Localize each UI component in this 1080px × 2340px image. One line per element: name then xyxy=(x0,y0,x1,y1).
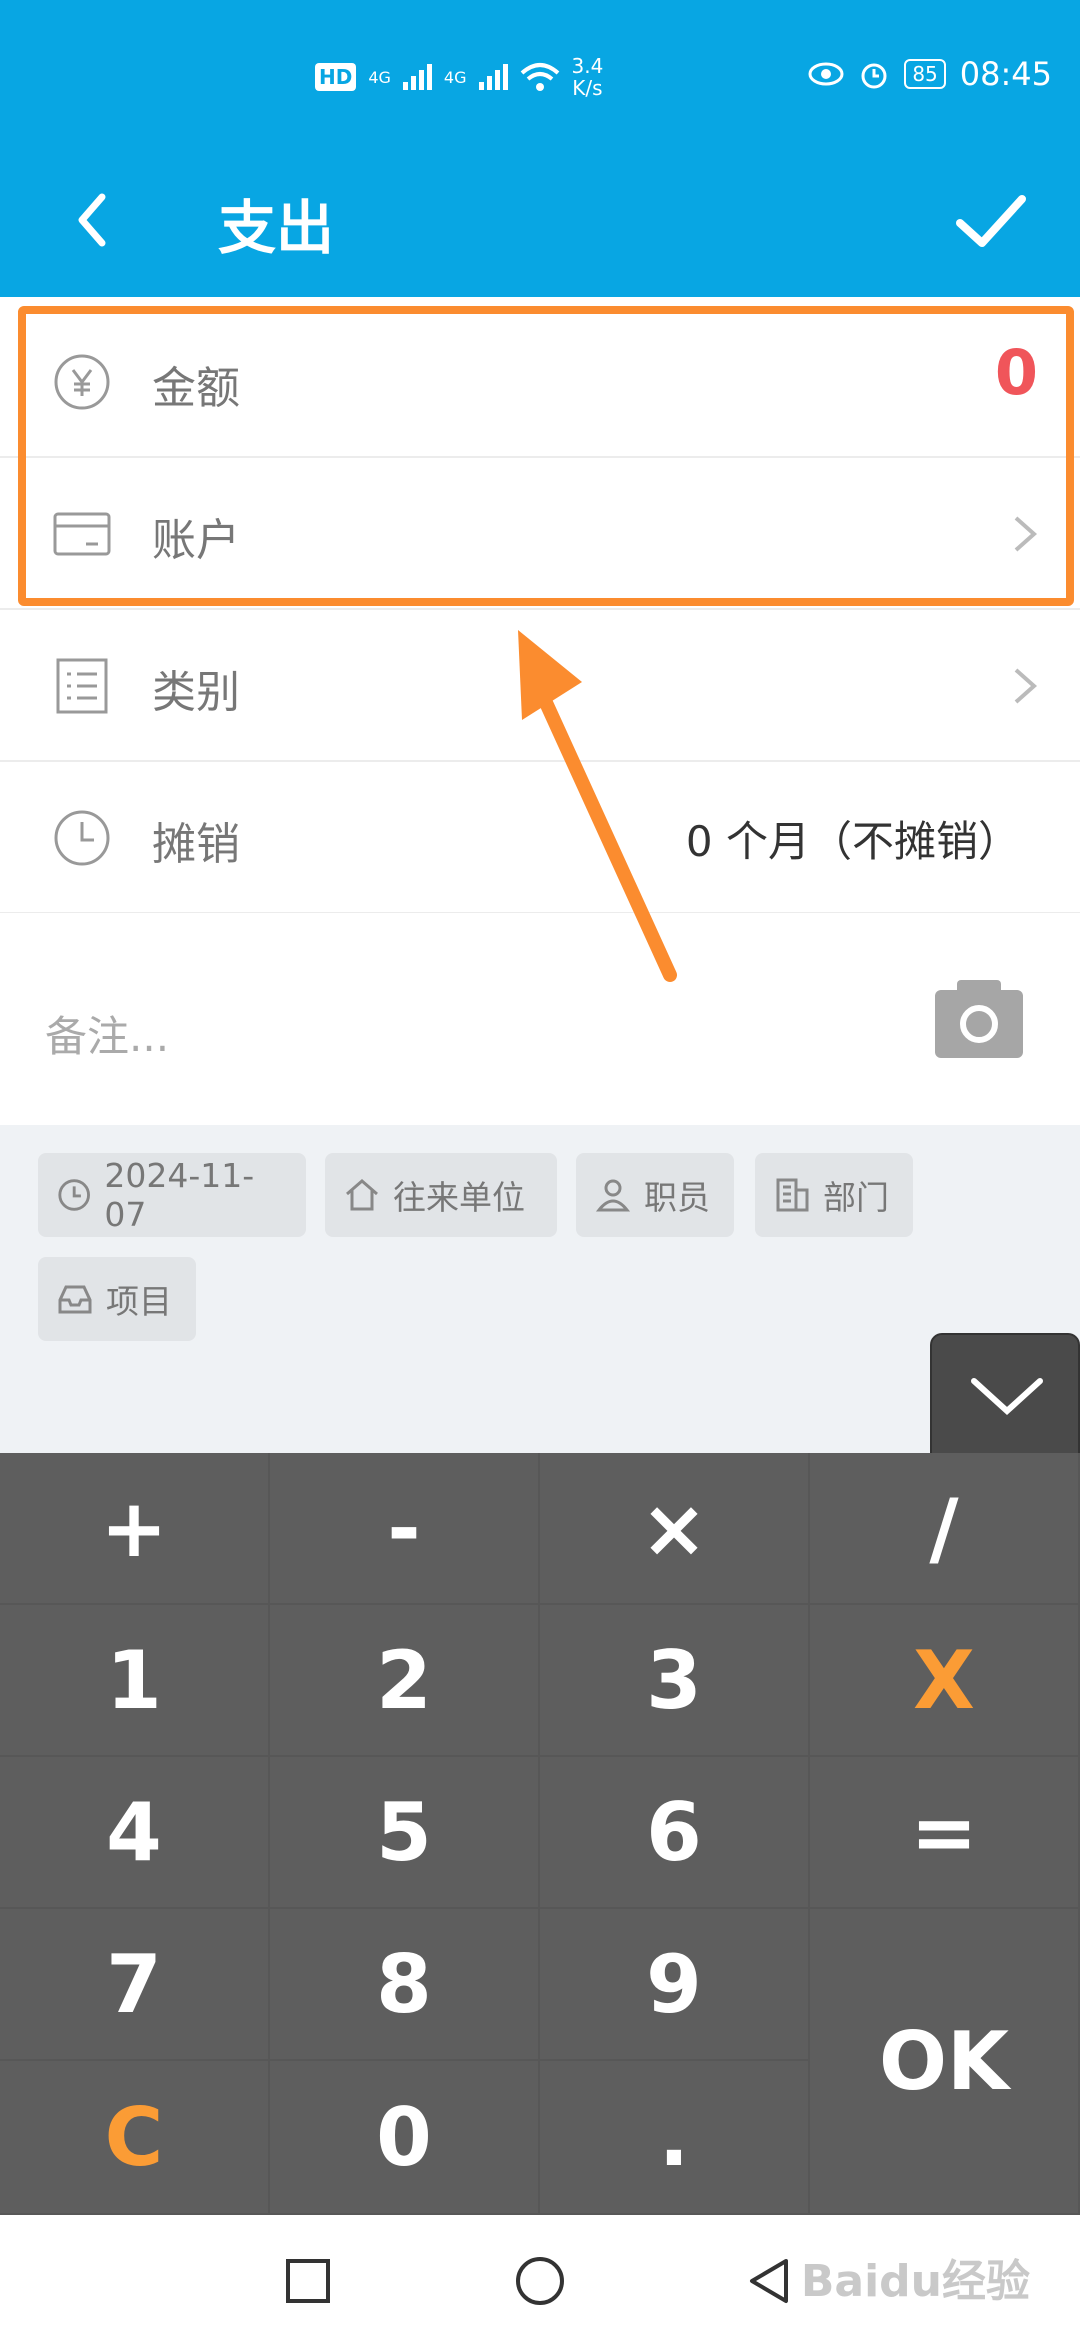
key-divide[interactable]: / xyxy=(810,1453,1080,1605)
partner-chip[interactable]: 往来单位 xyxy=(325,1153,557,1237)
clock-icon xyxy=(58,1179,90,1211)
status-right: 85 08:45 xyxy=(808,55,1052,93)
key-dot[interactable]: . xyxy=(540,2061,810,2215)
person-icon xyxy=(595,1179,631,1212)
status-bar: HD 4G 4G 3.4 K/s 85 08:45 xyxy=(0,0,1080,145)
system-nav-bar: Baidu经验 xyxy=(0,2215,1080,2340)
key-multiply[interactable]: × xyxy=(540,1453,810,1605)
app-header: 支出 xyxy=(0,145,1080,297)
wifi-icon xyxy=(520,63,559,91)
battery-icon: 85 xyxy=(904,59,946,89)
highlight-box xyxy=(18,306,1074,606)
date-chip[interactable]: 2024-11-07 xyxy=(38,1153,306,1237)
key-5[interactable]: 5 xyxy=(270,1757,540,1909)
annotation-arrow xyxy=(518,630,677,982)
recents-square-icon[interactable] xyxy=(282,2255,334,2307)
clock-icon xyxy=(54,810,110,866)
key-1[interactable]: 1 xyxy=(0,1605,270,1757)
date-chip-label: 2024-11-07 xyxy=(104,1156,255,1234)
eye-icon xyxy=(808,62,844,86)
chevron-down-icon xyxy=(971,1378,1043,1416)
amortize-value: 0 个月（不摊销） xyxy=(685,817,1020,866)
collapse-keypad-button[interactable] xyxy=(930,1333,1080,1455)
key-minus[interactable]: - xyxy=(270,1453,540,1605)
key-8[interactable]: 8 xyxy=(270,1909,540,2061)
confirm-check-icon[interactable] xyxy=(950,181,1030,261)
key-6[interactable]: 6 xyxy=(540,1757,810,1909)
key-4[interactable]: 4 xyxy=(0,1757,270,1909)
speed-unit: K/s xyxy=(572,76,603,100)
signal-icon-2 xyxy=(478,64,508,90)
key-9[interactable]: 9 xyxy=(540,1909,810,2061)
building-icon xyxy=(776,1178,809,1212)
project-chip[interactable]: 项目 xyxy=(38,1257,196,1341)
network-speed: 3.4 K/s xyxy=(572,55,604,99)
signal-icon xyxy=(402,64,432,90)
staff-chip-label: 职员 xyxy=(644,1178,710,1217)
key-clear[interactable]: C xyxy=(0,2061,270,2215)
key-plus[interactable]: + xyxy=(0,1453,270,1605)
dept-chip-label: 部门 xyxy=(823,1178,889,1217)
back-icon[interactable] xyxy=(60,185,130,255)
alarm-icon xyxy=(861,63,887,89)
project-chip-label: 项目 xyxy=(106,1282,172,1321)
list-icon xyxy=(56,658,108,714)
network-type-2: 4G xyxy=(443,67,467,87)
hd-badge: HD xyxy=(315,63,357,91)
back-triangle-icon[interactable] xyxy=(744,2255,796,2307)
status-indicators: HD 4G 4G 3.4 K/s xyxy=(315,55,603,99)
key-3[interactable]: 3 xyxy=(540,1605,810,1757)
camera-icon[interactable] xyxy=(935,978,1023,1058)
clock: 08:45 xyxy=(959,55,1052,93)
key-equals[interactable]: = xyxy=(810,1757,1080,1909)
note-input[interactable]: 备注... xyxy=(45,1003,169,1064)
chevron-right-icon xyxy=(1014,668,1038,704)
partner-chip-label: 往来单位 xyxy=(393,1178,525,1217)
key-backspace[interactable]: X xyxy=(810,1605,1080,1757)
category-label: 类别 xyxy=(152,667,240,718)
calculator-keypad: + - × / 1 2 3 X 4 5 6 = 7 8 9 OK C 0 . xyxy=(0,1453,1080,2215)
inbox-icon xyxy=(58,1285,92,1314)
key-7[interactable]: 7 xyxy=(0,1909,270,2061)
watermark: Baidu经验 xyxy=(800,2256,1030,2307)
staff-chip[interactable]: 职员 xyxy=(576,1153,734,1237)
key-2[interactable]: 2 xyxy=(270,1605,540,1757)
network-type-1: 4G xyxy=(368,67,391,87)
tag-area: 2024-11-07 往来单位 职员 部门 项目 xyxy=(0,1125,1080,1455)
amortize-label: 摊销 xyxy=(152,819,240,870)
home-icon xyxy=(346,1179,378,1211)
key-ok[interactable]: OK xyxy=(810,1909,1080,2215)
dept-chip[interactable]: 部门 xyxy=(755,1153,913,1237)
speed-value: 3.4 xyxy=(571,54,604,78)
page-title: 支出 xyxy=(218,194,335,262)
key-0[interactable]: 0 xyxy=(270,2061,540,2215)
home-circle-icon[interactable] xyxy=(514,2255,566,2307)
